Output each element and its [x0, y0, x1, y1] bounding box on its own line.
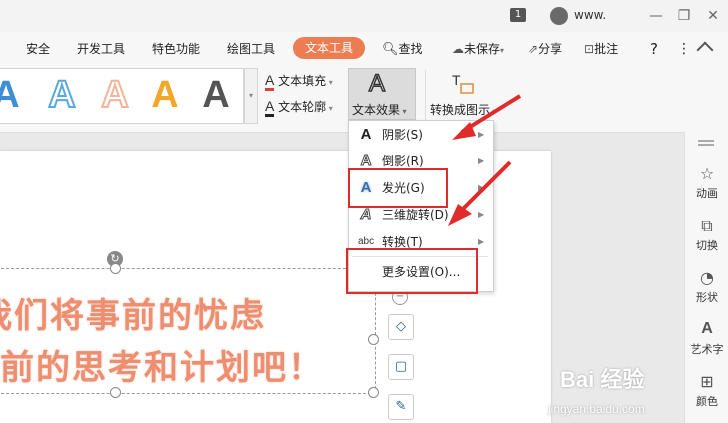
- submenu-arrow-icon: ▶: [478, 183, 485, 192]
- shadow-icon: A: [360, 126, 372, 143]
- brush-icon: ✎: [395, 399, 407, 414]
- text-fill-button[interactable]: A 文本填充 ▾: [265, 72, 333, 91]
- search-button[interactable]: 🔍︎查找: [382, 40, 423, 58]
- submenu-arrow-icon: ▶: [478, 156, 485, 165]
- text-style-2[interactable]: A: [42, 73, 82, 117]
- menu-item-security[interactable]: 安全: [26, 40, 50, 58]
- share-button[interactable]: ⇗分享: [528, 40, 562, 58]
- submenu-arrow-icon: ▶: [478, 237, 485, 246]
- annotate-icon: ⊡: [584, 42, 595, 56]
- close-button[interactable]: ✕: [702, 6, 724, 26]
- color-button[interactable]: 颜色: [685, 393, 728, 409]
- slide-text-line-2[interactable]: 换前的思考和计划吧！: [0, 340, 324, 389]
- menu-item-drawing-tools[interactable]: 绘图工具: [227, 40, 275, 58]
- text-outline-label: 文本轮廓: [278, 100, 327, 114]
- text-effect-icon: A: [368, 69, 386, 98]
- text-style-5[interactable]: A: [196, 73, 236, 117]
- resize-handle-top[interactable]: [110, 263, 121, 274]
- ribbon-divider: [425, 70, 426, 120]
- art-text-icon: A: [701, 320, 713, 337]
- text-effect-label: 文本效果 ▾: [352, 103, 407, 117]
- shadow-label: 阴影(S): [382, 128, 423, 142]
- resize-handle-bottom-right[interactable]: [368, 387, 379, 398]
- help-button[interactable]: ?: [650, 40, 658, 58]
- submenu-arrow-icon: ▶: [478, 130, 485, 139]
- text-style-3[interactable]: A: [95, 73, 135, 117]
- search-icon: 🔍︎: [382, 42, 399, 57]
- paint-bucket-icon: ◇: [396, 319, 406, 334]
- text-fill-label: 文本填充: [278, 74, 327, 88]
- text-fill-icon: A: [265, 72, 275, 91]
- share-label: 分享: [538, 42, 563, 56]
- gallery-scroll-button[interactable]: ▾: [244, 68, 258, 124]
- outline-icon: ▢: [394, 359, 408, 374]
- switch-icon: ⧉: [701, 216, 713, 235]
- dropdown-item-shadow[interactable]: A 阴影(S) ▶: [348, 122, 492, 148]
- user-name[interactable]: www.: [574, 8, 606, 22]
- convert-graphic-icon: T: [450, 72, 474, 94]
- more-menu-button[interactable]: ⋮: [677, 40, 691, 58]
- restore-button[interactable]: ❐: [673, 6, 695, 26]
- text-style-1[interactable]: A: [0, 73, 26, 117]
- pane-menu-icon[interactable]: [698, 140, 714, 142]
- highlight-box-glow: [348, 168, 448, 208]
- annotate-button[interactable]: ⊡批注: [584, 40, 618, 58]
- color-icon: ⊞: [700, 372, 714, 391]
- text-outline-icon: A: [265, 98, 275, 117]
- outline-tool-button[interactable]: ▢: [388, 354, 414, 380]
- shape-button[interactable]: 形状: [685, 289, 728, 305]
- switch-button[interactable]: 切换: [685, 237, 728, 253]
- shape-icon: ◔: [700, 268, 714, 287]
- text-style-4[interactable]: A: [145, 73, 185, 117]
- watermark-logo: Bai 经验: [560, 367, 645, 392]
- avatar[interactable]: [550, 7, 568, 25]
- search-label: 查找: [398, 42, 423, 56]
- svg-text:T: T: [452, 72, 461, 88]
- animation-icon: ☆: [699, 164, 715, 183]
- fill-tool-button[interactable]: ◇: [388, 314, 414, 340]
- submenu-arrow-icon: ▶: [478, 210, 485, 219]
- watermark-url: jingyan.baidu.com: [548, 402, 645, 416]
- art-text-button[interactable]: 艺术字: [685, 341, 728, 357]
- minimize-button[interactable]: —: [645, 6, 667, 26]
- unsaved-label: 未保存: [464, 42, 501, 56]
- menu-item-special[interactable]: 特色功能: [152, 40, 200, 58]
- animation-button[interactable]: 动画: [685, 185, 728, 201]
- slide-text-line-1[interactable]: 我们将事前的忧虑: [0, 288, 266, 337]
- title-bar: [0, 0, 728, 32]
- unsaved-button[interactable]: ☁未保存▾: [452, 40, 504, 58]
- cloud-icon: ☁: [452, 42, 464, 56]
- text-outline-button[interactable]: A 文本轮廓 ▾: [265, 98, 333, 117]
- format-tool-button[interactable]: ✎: [388, 394, 414, 420]
- page-badge: 1: [510, 8, 526, 22]
- annotate-label: 批注: [594, 42, 619, 56]
- share-icon: ⇗: [528, 42, 539, 56]
- highlight-box-more-settings: [346, 248, 478, 294]
- menu-item-dev-tools[interactable]: 开发工具: [77, 40, 125, 58]
- tab-text-tools[interactable]: 文本工具: [293, 37, 365, 59]
- resize-handle-right[interactable]: [368, 334, 379, 345]
- convert-graphic-button[interactable]: 转换成图示 ▾: [430, 101, 497, 118]
